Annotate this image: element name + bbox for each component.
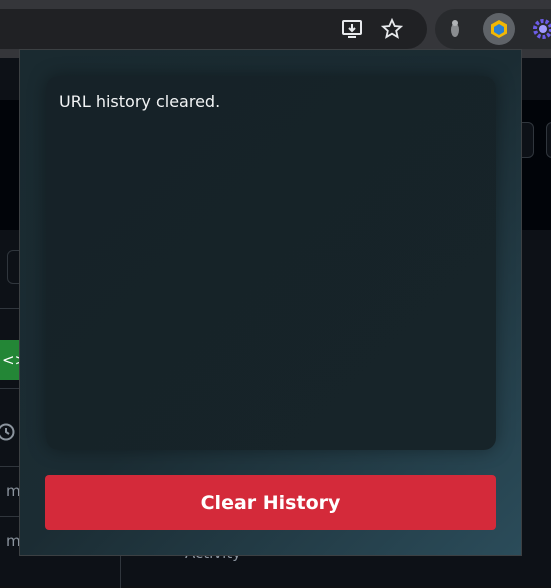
gear-extension-icon[interactable] (527, 13, 551, 45)
extension-icon[interactable] (439, 13, 471, 45)
header-button-2[interactable] (546, 122, 551, 158)
bookmark-star-icon[interactable] (381, 18, 403, 40)
clock-icon (0, 423, 15, 441)
status-message: URL history cleared. (59, 92, 221, 111)
clear-history-button[interactable]: Clear History (45, 475, 496, 530)
install-app-icon[interactable] (341, 18, 363, 40)
address-bar[interactable] (0, 9, 427, 49)
extension-popup: URL history cleared. Clear History (19, 49, 522, 556)
extensions-area (435, 9, 551, 49)
active-extension-icon[interactable] (483, 13, 515, 45)
message-panel: URL history cleared. (46, 76, 496, 450)
